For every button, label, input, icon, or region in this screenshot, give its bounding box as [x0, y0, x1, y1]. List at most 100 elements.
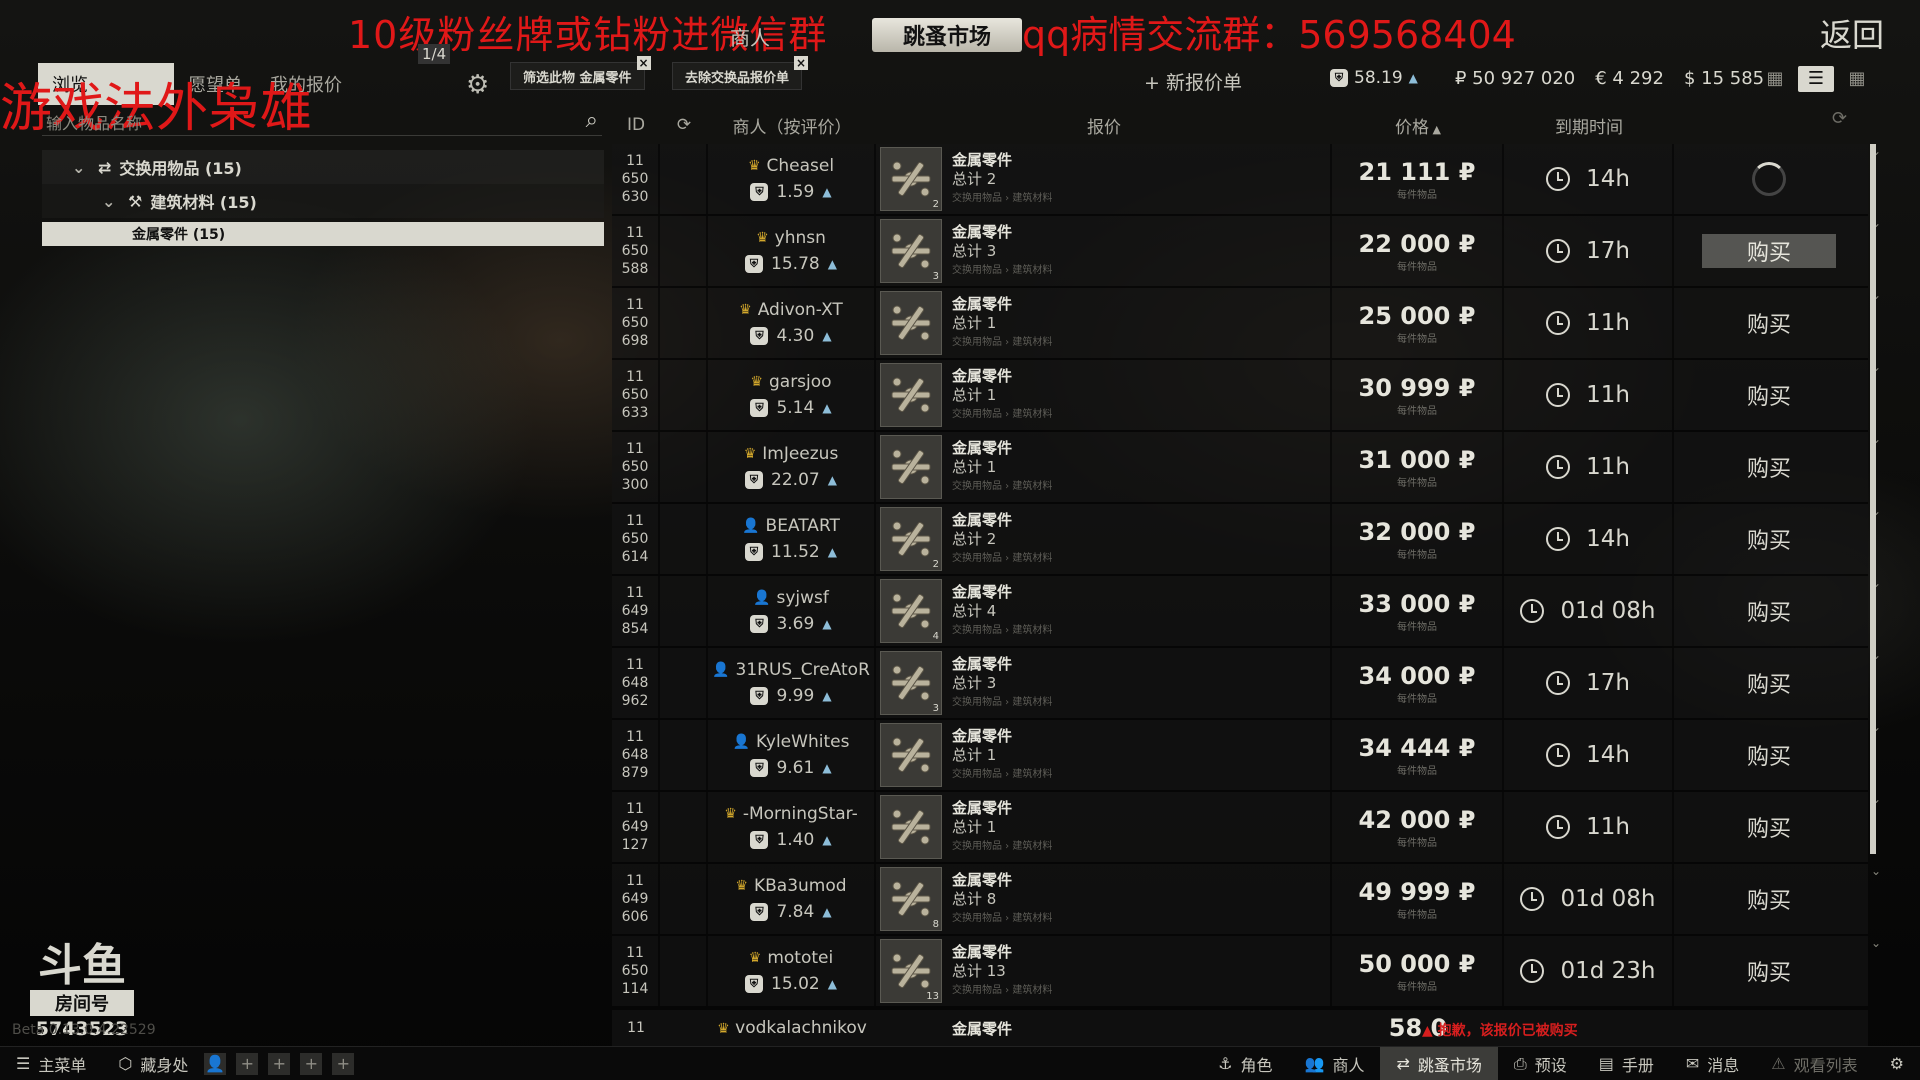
metal-parts-item-icon[interactable]	[880, 291, 942, 355]
table-row[interactable]: 11 650 300 ♛ ImJeezus ⛨ 22.07 ▲ 金属零件 总计 1 交换用物品 › …	[612, 432, 1881, 504]
tree-item-building-materials[interactable]: ⌄ ⚒ 建筑材料 (15)	[42, 184, 604, 218]
buy-button[interactable]: 购买	[1674, 432, 1864, 502]
metal-parts-item-icon[interactable]: 3	[880, 219, 942, 283]
hideout-button[interactable]: ⬡ 藏身处	[102, 1047, 204, 1080]
offer-item-cell[interactable]: 金属零件 总计 1 交换用物品 › 建筑材料	[876, 288, 1332, 358]
seller-cell[interactable]: ♛ mototei ⛨ 15.02 ▲	[708, 936, 876, 1006]
table-row-partial[interactable]: 11 ♛ vodkalachnikov 金属零件 58 0	[612, 1010, 1868, 1046]
metal-parts-item-icon[interactable]: 3	[880, 651, 942, 715]
main-menu-button[interactable]: ☰ 主菜单	[0, 1047, 102, 1080]
table-row[interactable]: 11 649 854 👤 syjwsf ⛨ 3.69 ▲ 4 金属零件 总计 4 交换用物品 › 建筑…	[612, 576, 1881, 648]
seller-cell[interactable]: 👤 31RUS_CreAtoR ⛨ 9.99 ▲	[708, 648, 876, 718]
metal-parts-item-icon[interactable]: 2	[880, 507, 942, 571]
table-row[interactable]: 11 648 962 👤 31RUS_CreAtoR ⛨ 9.99 ▲ 3 金属零件 总计 3 交换用…	[612, 648, 1881, 720]
offer-item-cell[interactable]: 金属零件 总计 1 交换用物品 › 建筑材料	[876, 432, 1332, 502]
table-row[interactable]: 11 650 698 ♛ Adivon-XT ⛨ 4.30 ▲ 金属零件 总计 1 交换用物品 › …	[612, 288, 1881, 360]
buy-button[interactable]: 购买	[1674, 648, 1864, 718]
plus-icon[interactable]: +	[268, 1052, 291, 1075]
seller-cell[interactable]: ♛ Adivon-XT ⛨ 4.30 ▲	[708, 288, 876, 358]
column-id[interactable]: ID	[612, 115, 660, 135]
close-icon[interactable]: ×	[794, 56, 809, 70]
messages-button[interactable]: ✉ 消息	[1670, 1047, 1755, 1080]
watchlist-button[interactable]: ⚠ 观看列表	[1755, 1047, 1873, 1080]
plus-icon[interactable]: +	[236, 1052, 259, 1075]
table-row[interactable]: 11 649 606 ♛ KBa3umod ⛨ 7.84 ▲ 8 金属零件 总计 8 交换用物品 › …	[612, 864, 1881, 936]
seller-cell[interactable]: 👤 KyleWhites ⛨ 9.61 ▲	[708, 720, 876, 790]
buy-button[interactable]: 购买	[1674, 720, 1864, 790]
character-button[interactable]: ⚓ 角色	[1202, 1047, 1288, 1080]
new-offer-button[interactable]: + 新报价单	[1144, 68, 1242, 95]
column-price[interactable]: 价格 ▲	[1332, 113, 1504, 138]
chevron-down-icon[interactable]: ⌄	[102, 192, 120, 211]
seller-cell[interactable]: 👤 syjwsf ⛨ 3.69 ▲	[708, 576, 876, 646]
plus-icon[interactable]: +	[300, 1052, 323, 1075]
presets-button[interactable]: ⎙ 预设	[1498, 1047, 1583, 1080]
table-row[interactable]: 11 649 127 ♛ -MorningStar- ⛨ 1.40 ▲ 金属零件 总计 1 交换用物…	[612, 792, 1881, 864]
seller-cell[interactable]: ♛ Cheasel ⛨ 1.59 ▲	[708, 144, 876, 214]
offer-item-cell[interactable]: 13 金属零件 总计 13 交换用物品 › 建筑材料	[876, 936, 1332, 1006]
seller-cell[interactable]: ♛ garsjoo ⛨ 5.14 ▲	[708, 360, 876, 430]
seller-cell[interactable]: ♛ KBa3umod ⛨ 7.84 ▲	[708, 864, 876, 934]
tree-item-metal-parts[interactable]: 金属零件 (15)	[42, 222, 604, 246]
plus-icon[interactable]: +	[332, 1052, 355, 1075]
table-row[interactable]: 11 650 114 ♛ mototei ⛨ 15.02 ▲ 13 金属零件 总计 13 交换用物品 …	[612, 936, 1881, 1008]
list-view-icon[interactable]: ☰	[1798, 66, 1834, 92]
buy-button[interactable]: 购买	[1674, 504, 1864, 574]
offer-item-cell[interactable]: 3 金属零件 总计 3 交换用物品 › 建筑材料	[876, 216, 1332, 286]
offer-item-cell[interactable]: 2 金属零件 总计 2 交换用物品 › 建筑材料	[876, 504, 1332, 574]
metal-parts-item-icon[interactable]	[880, 723, 942, 787]
offer-item-cell[interactable]: 4 金属零件 总计 4 交换用物品 › 建筑材料	[876, 576, 1332, 646]
offer-item-cell[interactable]: 3 金属零件 总计 3 交换用物品 › 建筑材料	[876, 648, 1332, 718]
grid-small-icon[interactable]: ▦	[1762, 66, 1788, 92]
offers-scrollbar[interactable]	[1870, 144, 1876, 854]
buy-button[interactable]: 购买	[1674, 864, 1864, 934]
search-icon[interactable]: ⌕	[586, 108, 598, 133]
settings-gear-icon[interactable]: ⚙	[1874, 1047, 1920, 1080]
table-row[interactable]: 11 650 630 ♛ Cheasel ⛨ 1.59 ▲ 2 金属零件 总计 2 交换用物品 › 建…	[612, 144, 1881, 216]
filter-chip-item[interactable]: 筛选此物 金属零件 ×	[510, 56, 651, 90]
table-row[interactable]: 11 650 588 ♛ yhnsn ⛨ 15.78 ▲ 3 金属零件 总计 3 交换用物品 › 建筑…	[612, 216, 1881, 288]
offer-item-cell[interactable]: 2 金属零件 总计 2 交换用物品 › 建筑材料	[876, 144, 1332, 214]
table-row[interactable]: 11 650 633 ♛ garsjoo ⛨ 5.14 ▲ 金属零件 总计 1 交换用物品 › 建筑…	[612, 360, 1881, 432]
handbook-button[interactable]: ▤ 手册	[1583, 1047, 1670, 1080]
refresh-icon[interactable]: ⟳	[660, 115, 708, 135]
buy-button[interactable]: 购买	[1674, 792, 1864, 862]
offer-item-cell[interactable]: 金属零件 总计 1 交换用物品 › 建筑材料	[876, 792, 1332, 862]
seller-cell[interactable]: ♛ -MorningStar- ⛨ 1.40 ▲	[708, 792, 876, 862]
metal-parts-item-icon[interactable]	[880, 795, 942, 859]
item-search-input[interactable]: 输入物品名称 ⌕	[42, 106, 602, 136]
close-icon[interactable]: ×	[636, 56, 651, 70]
metal-parts-item-icon[interactable]: 13	[880, 939, 942, 1003]
tree-item-barter[interactable]: ⌄ ⇄ 交换用物品 (15)	[42, 150, 604, 184]
offer-item-cell[interactable]: 8 金属零件 总计 8 交换用物品 › 建筑材料	[876, 864, 1332, 934]
column-offer[interactable]: 报价	[876, 113, 1332, 138]
metal-parts-item-icon[interactable]: 8	[880, 867, 942, 931]
profile-slot-icon[interactable]: 👤	[204, 1052, 227, 1075]
traders-button[interactable]: 👥 商人	[1289, 1047, 1381, 1080]
seller-cell[interactable]: ♛ ImJeezus ⛨ 22.07 ▲	[708, 432, 876, 502]
buy-button[interactable]: 购买	[1674, 216, 1864, 286]
filter-chip-barter[interactable]: 去除交换品报价单 ×	[672, 56, 809, 90]
offer-item-cell[interactable]: 金属零件 总计 1 交换用物品 › 建筑材料	[876, 720, 1332, 790]
back-button[interactable]: 返回	[1820, 10, 1884, 56]
column-expires[interactable]: 到期时间	[1504, 113, 1674, 138]
seller-cell[interactable]: ♛ yhnsn ⛨ 15.78 ▲	[708, 216, 876, 286]
metal-parts-item-icon[interactable]	[880, 363, 942, 427]
table-row[interactable]: 11 648 879 👤 KyleWhites ⛨ 9.61 ▲ 金属零件 总计 1 交换用物品 ›…	[612, 720, 1881, 792]
metal-parts-item-icon[interactable]: 4	[880, 579, 942, 643]
flea-market-button[interactable]: ⇄ 跳蚤市场	[1380, 1047, 1498, 1080]
auto-refresh-icon[interactable]: ⟳	[1832, 108, 1847, 129]
metal-parts-item-icon[interactable]	[880, 435, 942, 499]
gear-icon[interactable]: ⚙	[466, 70, 489, 100]
chevron-down-icon[interactable]: ⌄	[1868, 936, 1884, 950]
buy-button[interactable]: 购买	[1674, 576, 1864, 646]
offer-item-cell[interactable]: 金属零件 总计 1 交换用物品 › 建筑材料	[876, 360, 1332, 430]
chevron-down-icon[interactable]: ⌄	[1868, 864, 1884, 878]
chevron-down-icon[interactable]: ⌄	[72, 158, 90, 177]
buy-button[interactable]: 购买	[1674, 936, 1864, 1006]
buy-button[interactable]	[1674, 144, 1864, 214]
seller-cell[interactable]: 👤 BEATART ⛨ 11.52 ▲	[708, 504, 876, 574]
grid-view-icon[interactable]: ▦	[1844, 66, 1870, 92]
column-seller[interactable]: 商人（按评价）	[708, 113, 876, 138]
buy-button[interactable]: 购买	[1674, 360, 1864, 430]
